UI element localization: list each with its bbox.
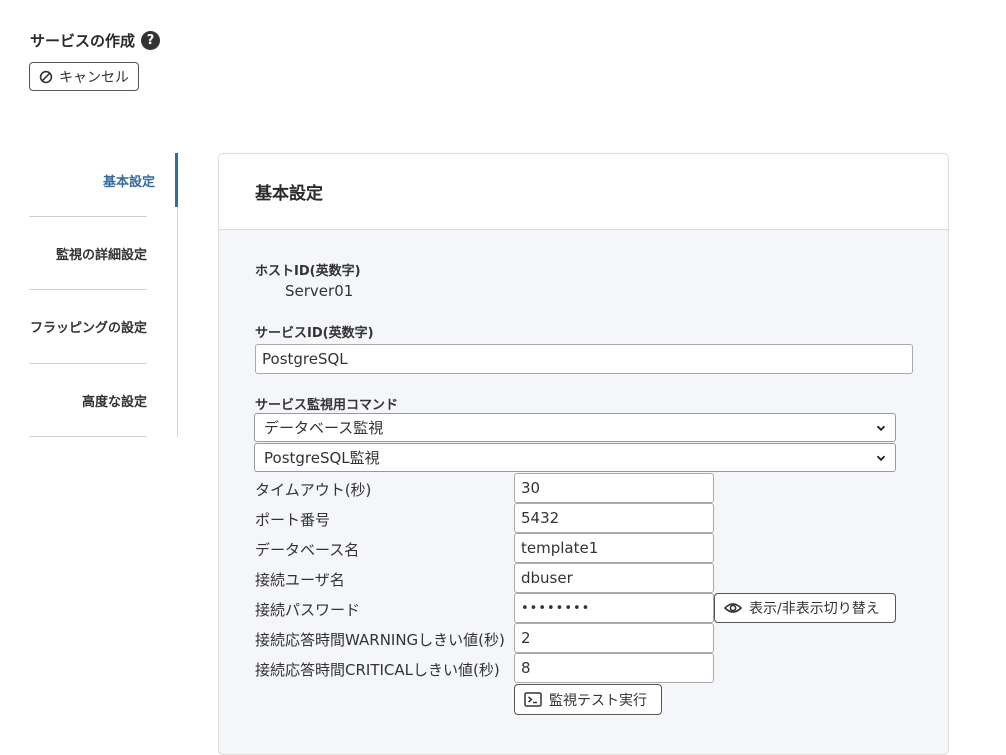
- sidebar-item-label: 監視の詳細設定: [55, 247, 147, 263]
- toggle-password-button[interactable]: 表示/非表示切り替え: [714, 593, 896, 623]
- sidebar-item-label: 基本設定: [102, 174, 155, 190]
- command-type-select[interactable]: PostgreSQL監視: [254, 443, 896, 472]
- username-input[interactable]: dbuser: [514, 563, 714, 593]
- password-input[interactable]: ••••••••: [514, 593, 714, 623]
- password-label: 接続パスワード: [255, 601, 361, 619]
- sidebar-item-advanced-settings[interactable]: 高度な設定: [29, 364, 147, 437]
- service-id-input[interactable]: PostgreSQL: [255, 344, 913, 374]
- question-circle-icon[interactable]: ?: [141, 31, 161, 50]
- port-input[interactable]: 5432: [514, 503, 714, 533]
- sidebar-item-label: フラッピングの設定: [29, 321, 147, 336]
- command-type-value: PostgreSQL監視: [264, 449, 380, 467]
- toggle-password-label: 表示/非表示切り替え: [749, 601, 880, 617]
- timeout-label: タイムアウト(秒): [255, 481, 372, 499]
- database-name-input[interactable]: template1: [514, 533, 714, 563]
- command-category-select[interactable]: データベース監視: [254, 413, 896, 442]
- command-label: サービス監視用コマンド: [255, 398, 399, 413]
- critical-threshold-label: 接続応答時間CRITICALしきい値(秒): [255, 661, 500, 679]
- username-value: dbuser: [521, 569, 573, 587]
- sidebar-item-label: 高度な設定: [81, 394, 147, 410]
- side-nav: 基本設定 監視の詳細設定 フラッピングの設定 高度な設定: [29, 153, 178, 437]
- command-category-value: データベース監視: [264, 419, 384, 437]
- card-title: 基本設定: [255, 184, 323, 204]
- timeout-input[interactable]: 30: [514, 473, 714, 503]
- service-id-label: サービスID(英数字): [255, 326, 374, 341]
- critical-threshold-value: 8: [521, 659, 531, 677]
- cancel-button-label: キャンセル: [59, 69, 129, 86]
- host-id-value: Server01: [285, 282, 354, 300]
- port-label: ポート番号: [255, 511, 331, 529]
- database-name-label: データベース名: [255, 541, 360, 559]
- username-label: 接続ユーザ名: [255, 571, 345, 589]
- critical-threshold-input[interactable]: 8: [514, 653, 714, 683]
- warning-threshold-input[interactable]: 2: [514, 623, 714, 653]
- timeout-value: 30: [521, 479, 541, 497]
- sidebar-item-flapping-settings[interactable]: フラッピングの設定: [29, 290, 147, 364]
- basic-settings-card: 基本設定 ホストID(英数字) Server01 サービスID(英数字) Pos…: [218, 153, 949, 755]
- host-id-label: ホストID(英数字): [255, 264, 361, 279]
- terminal-icon: [524, 692, 542, 707]
- run-monitor-test-label: 監視テスト実行: [549, 692, 647, 709]
- service-id-value: PostgreSQL: [262, 350, 348, 368]
- cancel-button[interactable]: キャンセル: [29, 62, 139, 91]
- chevron-down-icon: [876, 425, 886, 431]
- page-title-text: サービスの作成: [30, 32, 136, 50]
- sidebar-item-basic-settings[interactable]: 基本設定: [29, 153, 177, 207]
- warning-threshold-label: 接続応答時間WARNINGしきい値(秒): [255, 631, 505, 649]
- sidebar-item-monitoring-details[interactable]: 監視の詳細設定: [29, 217, 147, 290]
- page-title: サービスの作成 ?: [30, 30, 161, 51]
- password-value: ••••••••: [521, 600, 591, 616]
- card-header: 基本設定: [219, 154, 948, 230]
- database-name-value: template1: [521, 539, 599, 557]
- ban-icon: [39, 70, 53, 83]
- run-monitor-test-button[interactable]: 監視テスト実行: [514, 684, 662, 715]
- port-value: 5432: [521, 509, 560, 527]
- warning-threshold-value: 2: [521, 629, 531, 647]
- eye-icon: [724, 603, 742, 613]
- chevron-down-icon: [876, 455, 886, 461]
